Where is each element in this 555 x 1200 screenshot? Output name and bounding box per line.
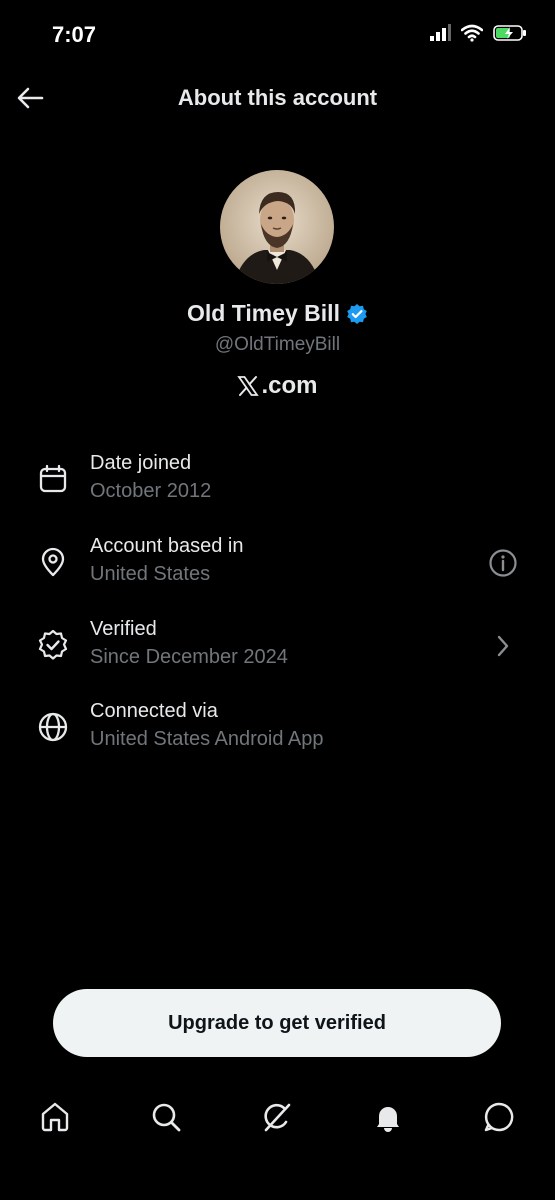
- cellular-signal-icon: [430, 24, 451, 41]
- nav-grok[interactable]: [255, 1095, 299, 1139]
- calendar-icon: [36, 462, 70, 496]
- info-value: October 2012: [90, 480, 212, 502]
- status-time: 7:07: [52, 22, 97, 47]
- nav-home[interactable]: [33, 1095, 77, 1139]
- info-row-account-based-in: Account based in United States: [0, 535, 555, 605]
- info-row-date-joined: Date joined October 2012: [0, 452, 555, 522]
- home-icon: [41, 1102, 69, 1132]
- notifications-bell-icon: [377, 1107, 399, 1132]
- display-name: Old Timey Bill: [187, 300, 340, 326]
- globe-icon: [36, 710, 70, 744]
- verified-badge-icon: [36, 628, 70, 662]
- nav-search[interactable]: [144, 1095, 188, 1139]
- upgrade-to-get-verified-button[interactable]: Upgrade to get verified: [53, 989, 501, 1057]
- site-label: .com: [261, 372, 318, 399]
- avatar-portrait: [220, 170, 334, 284]
- wifi-icon: [461, 24, 483, 42]
- search-icon: [152, 1103, 181, 1132]
- info-row-verified[interactable]: Verified Since December 2024: [0, 618, 555, 688]
- bottom-nav: [0, 1085, 555, 1149]
- handle: @OldTimeyBill: [214, 334, 341, 355]
- info-label: Date joined: [90, 452, 192, 474]
- display-name-row: Old Timey Bill: [0, 300, 555, 327]
- x-logo-icon: [237, 376, 260, 396]
- chevron-right-icon[interactable]: [487, 630, 519, 662]
- info-label: Account based in: [90, 535, 244, 557]
- status-icons: [429, 24, 527, 42]
- site-row: .com: [0, 372, 555, 400]
- info-label: Verified: [90, 618, 157, 640]
- info-row-connected-via: Connected via United States Android App: [0, 700, 555, 770]
- location-pin-icon: [36, 545, 70, 579]
- nav-messages[interactable]: [477, 1095, 521, 1139]
- page-title: About this account: [177, 85, 378, 110]
- info-value: United States: [90, 563, 211, 585]
- battery-charging-icon: [493, 25, 526, 41]
- info-icon[interactable]: [487, 547, 519, 579]
- status-bar: 7:07: [0, 0, 555, 70]
- nav-notifications[interactable]: [366, 1095, 410, 1139]
- info-label: Connected via: [90, 700, 218, 722]
- avatar[interactable]: [220, 170, 334, 284]
- info-value: Since December 2024: [90, 646, 288, 668]
- info-value: United States Android App: [90, 728, 324, 750]
- verified-blue-check-icon[interactable]: [346, 303, 368, 325]
- messages-icon: [484, 1102, 514, 1132]
- header: About this account: [0, 70, 555, 130]
- grok-icon: [264, 1103, 291, 1132]
